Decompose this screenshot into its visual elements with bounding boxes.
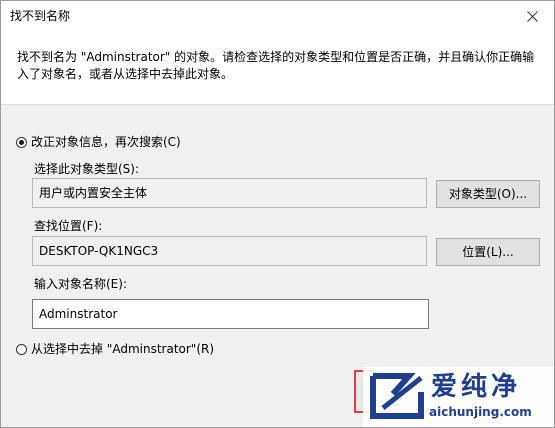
close-icon	[526, 10, 538, 22]
object-name-input[interactable]	[32, 299, 429, 329]
radio-correct-indicator	[16, 136, 27, 148]
title-bar: 找不到名称	[1, 1, 554, 32]
radio-remove-indicator	[16, 343, 27, 355]
object-name-label: 输入对象名称(E):	[34, 277, 127, 291]
object-type-field: 用户或内置安全主体	[32, 178, 427, 208]
watermark-logo-icon	[370, 373, 424, 419]
location-label: 查找位置(F):	[34, 219, 103, 233]
watermark: 爱纯净 aichunjing.com	[363, 367, 554, 427]
window-title: 找不到名称	[10, 9, 71, 23]
location-button[interactable]: 位置(L)...	[436, 238, 540, 266]
radio-correct-label: 改正对象信息，再次搜索(C)	[31, 135, 181, 149]
message-area: 找不到名为 "Adminstrator" 的对象。请检查选择的对象类型和位置是否…	[1, 32, 554, 105]
name-not-found-dialog: 找不到名称 找不到名为 "Adminstrator" 的对象。请检查选择的对象类…	[0, 0, 555, 428]
close-button[interactable]	[510, 1, 554, 31]
object-type-label: 选择此对象类型(S):	[34, 162, 140, 176]
watermark-brand: 爱纯净	[431, 372, 522, 402]
radio-remove-from-selection[interactable]: 从选择中去掉 "Adminstrator"(R)	[16, 341, 214, 357]
watermark-url: aichunjing.com	[429, 405, 532, 419]
radio-correct-object-info[interactable]: 改正对象信息，再次搜索(C)	[16, 134, 181, 150]
error-message: 找不到名为 "Adminstrator" 的对象。请检查选择的对象类型和位置是否…	[17, 50, 535, 81]
radio-remove-label: 从选择中去掉 "Adminstrator"(R)	[31, 342, 215, 356]
location-field: DESKTOP-QK1NGC3	[32, 236, 427, 266]
object-types-button[interactable]: 对象类型(O)...	[436, 180, 540, 208]
options-panel: 改正对象信息，再次搜索(C) 选择此对象类型(S): 用户或内置安全主体 对象类…	[1, 105, 554, 427]
